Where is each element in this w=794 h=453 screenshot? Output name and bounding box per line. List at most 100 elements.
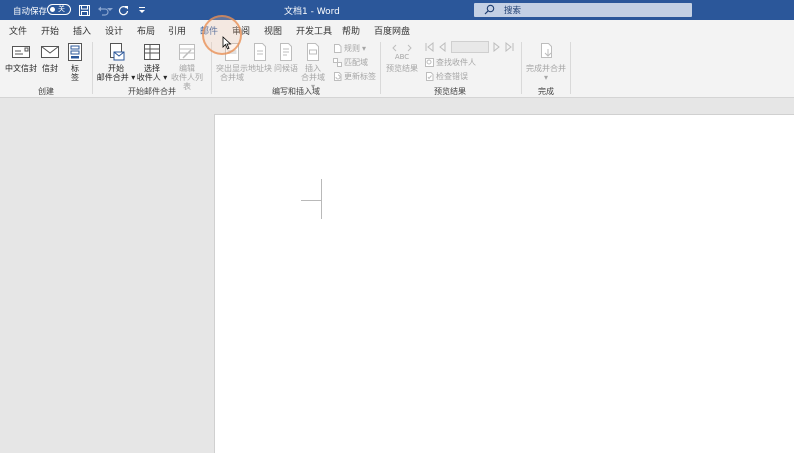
envelope-label: 信封: [42, 64, 58, 73]
highlight-merge-fields-label-line2: 合并域: [220, 73, 244, 82]
save-icon[interactable]: [77, 3, 91, 17]
previous-record-icon[interactable]: [438, 42, 447, 52]
search-placeholder: 搜索: [504, 6, 522, 16]
chinese-envelope-label: 中文信封: [5, 64, 37, 73]
tab-design[interactable]: 设计: [105, 24, 123, 37]
start-mail-merge-icon: [110, 43, 125, 61]
envelope-button[interactable]: 信封: [38, 42, 62, 73]
group-label-finish: 完成: [538, 87, 554, 96]
envelope-icon: [41, 46, 59, 58]
find-recipient-button[interactable]: 查找收件人: [425, 57, 476, 68]
greeting-line-icon: [280, 43, 292, 61]
chinese-envelope-icon: [12, 46, 30, 58]
edit-recipient-list-icon: [179, 44, 195, 60]
search-box[interactable]: 搜索: [474, 3, 692, 17]
tab-home[interactable]: 开始: [41, 24, 59, 37]
autosave-state: 关: [58, 5, 65, 13]
preview-icon-text: ABC: [395, 53, 409, 61]
margin-crop-mark-vertical: [321, 179, 322, 219]
check-errors-icon: [426, 72, 434, 81]
edit-recipient-list-label-line1: 编辑: [179, 64, 195, 73]
preview-results-icon: ABC: [392, 44, 412, 61]
record-number-field[interactable]: [451, 41, 489, 53]
select-recipients-button[interactable]: 选择 收件人 ▾: [134, 42, 170, 82]
group-label-preview-results: 预览结果: [434, 87, 466, 96]
select-recipients-label-line2: 收件人: [136, 73, 161, 82]
insert-merge-field-button[interactable]: 插入 合并域 ▾: [298, 42, 328, 91]
finish-merge-label: 完成并合并: [526, 64, 566, 73]
insert-merge-field-label-line1: 插入: [305, 64, 321, 73]
rules-icon: [334, 44, 342, 53]
chinese-envelope-button[interactable]: 中文信封: [5, 42, 37, 73]
tab-references[interactable]: 引用: [168, 24, 186, 37]
chevron-down-icon: ▾: [543, 73, 548, 82]
check-errors-label: 检查错误: [436, 72, 468, 81]
tab-baidu-netdisk[interactable]: 百度网盘: [374, 24, 410, 37]
rules-button[interactable]: 规则 ▾: [333, 43, 366, 54]
preview-results-button[interactable]: ABC 预览结果: [384, 42, 420, 73]
select-recipients-icon: [144, 44, 160, 60]
chevron-down-icon: ▾: [362, 44, 367, 53]
labels-icon: [68, 43, 82, 61]
first-record-icon[interactable]: [425, 42, 434, 52]
tab-insert[interactable]: 插入: [73, 24, 91, 37]
document-canvas: [0, 99, 794, 453]
rules-label: 规则: [344, 44, 360, 53]
group-label-create: 创建: [38, 87, 54, 96]
last-record-icon[interactable]: [505, 42, 514, 52]
group-divider: [380, 42, 381, 94]
finish-merge-button[interactable]: 完成并合并 ▾: [525, 42, 567, 82]
group-divider: [521, 42, 522, 94]
customize-qat-icon[interactable]: [135, 3, 149, 17]
address-block-button[interactable]: 地址块: [247, 42, 273, 73]
tab-layout[interactable]: 布局: [137, 24, 155, 37]
greeting-line-label: 问候语: [274, 64, 298, 73]
group-label-write-insert-fields: 编写和插入域: [272, 87, 320, 96]
tab-view[interactable]: 视图: [264, 24, 282, 37]
address-block-icon: [254, 43, 266, 61]
redo-icon[interactable]: [116, 3, 130, 17]
update-labels-button[interactable]: 更新标签: [333, 71, 376, 82]
edit-recipient-list-button[interactable]: 编辑 收件人列表: [168, 42, 206, 91]
address-block-label: 地址块: [248, 64, 272, 73]
chevron-down-icon: ▾: [160, 73, 168, 82]
highlight-merge-fields-label-line1: 突出显示: [216, 64, 248, 73]
title-bar: 自动保存 关 文档1 - Word 搜索: [0, 0, 794, 20]
labels-label-line2: 签: [71, 73, 79, 82]
autosave-toggle[interactable]: 关: [47, 4, 71, 15]
tab-file[interactable]: 文件: [9, 24, 27, 37]
finish-merge-icon: [541, 43, 552, 58]
tab-help[interactable]: 帮助: [342, 24, 360, 37]
labels-button[interactable]: 标 签: [64, 42, 86, 82]
autosave-label: 自动保存: [13, 7, 48, 17]
tab-developer[interactable]: 开发工具: [296, 24, 332, 37]
undo-dropdown-icon[interactable]: [106, 3, 114, 17]
ribbon: 中文信封 信封 标 签 创建 开始 邮件合并 ▾ 选择 收件人 ▾ 编辑 收件人…: [0, 38, 794, 98]
select-recipients-label-line1: 选择: [144, 64, 160, 73]
start-mail-merge-button[interactable]: 开始 邮件合并 ▾: [96, 42, 136, 82]
toggle-knob: [50, 7, 55, 12]
document-page[interactable]: [214, 114, 794, 453]
group-divider: [92, 42, 93, 94]
match-fields-label: 匹配域: [344, 58, 368, 67]
update-labels-label: 更新标签: [344, 72, 376, 81]
margin-crop-mark-horizontal: [301, 200, 321, 201]
find-recipient-label: 查找收件人: [436, 58, 476, 67]
insert-merge-field-icon: [307, 43, 319, 61]
preview-results-label: 预览结果: [386, 64, 418, 73]
labels-label-line1: 标: [71, 64, 79, 73]
start-mail-merge-label-line2: 邮件合并: [96, 73, 129, 82]
start-mail-merge-label-line1: 开始: [108, 64, 124, 73]
check-errors-button[interactable]: 检查错误: [425, 71, 468, 82]
greeting-line-button[interactable]: 问候语: [273, 42, 299, 73]
search-icon: [484, 4, 495, 18]
document-title: 文档1 - Word: [284, 7, 340, 17]
next-record-icon[interactable]: [492, 42, 501, 52]
update-labels-icon: [334, 72, 342, 81]
match-fields-icon: [333, 58, 342, 67]
match-fields-button[interactable]: 匹配域: [333, 57, 368, 68]
group-label-start-mail-merge: 开始邮件合并: [128, 87, 176, 96]
mouse-cursor-icon: [222, 36, 232, 53]
group-divider: [570, 42, 571, 94]
ribbon-tabs: 文件 开始 插入 设计 布局 引用 邮件 审阅 视图 开发工具 帮助 百度网盘: [0, 20, 794, 41]
